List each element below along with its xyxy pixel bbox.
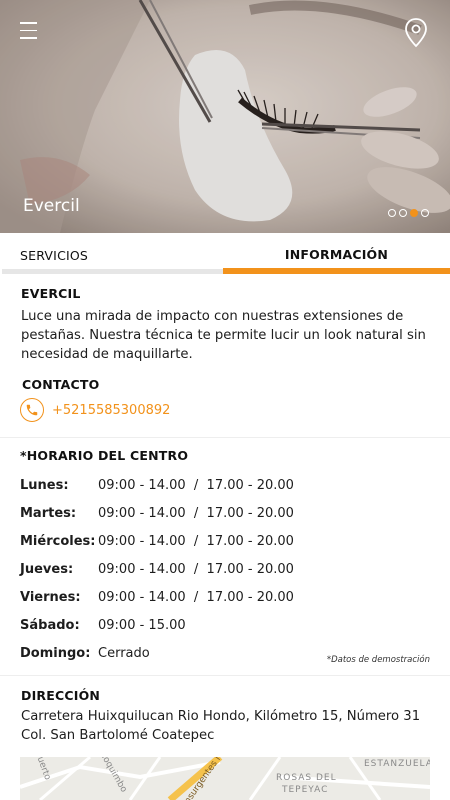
hours-section: *HORARIO DEL CENTRO Lunes: 09:00 - 14.00… — [20, 448, 435, 661]
hero-title: Evercil — [23, 196, 80, 216]
map-label: ROSAS DEL — [276, 773, 337, 783]
map-label: ESTANZUELA — [364, 759, 430, 769]
carousel-dot-active[interactable] — [410, 209, 418, 217]
hero-banner: Evercil — [0, 0, 450, 233]
carousel-dot[interactable] — [399, 209, 407, 217]
hours-time: 09:00 - 14.00 / 17.00 - 20.00 — [98, 506, 294, 521]
address-section: DIRECCIÓN Carretera Huixquilucan Rio Hon… — [21, 688, 436, 745]
divider — [0, 675, 450, 676]
carousel-dot[interactable] — [421, 209, 429, 217]
hours-time: 09:00 - 14.00 / 17.00 - 20.00 — [98, 590, 294, 605]
phone-row[interactable]: +5215585300892 — [20, 398, 432, 422]
divider — [0, 437, 450, 438]
tab-services-indicator — [2, 269, 223, 274]
contact-section: CONTACTO +5215585300892 — [20, 377, 432, 422]
hours-heading: *HORARIO DEL CENTRO — [20, 448, 189, 463]
about-heading: EVERCIL — [21, 286, 81, 301]
hours-day: Miércoles: — [20, 534, 96, 549]
tab-services-label: SERVICIOS — [20, 248, 89, 263]
carousel-dot[interactable] — [388, 209, 396, 217]
address-heading: DIRECCIÓN — [21, 688, 101, 703]
tab-bar: SERVICIOS INFORMACIÓN — [0, 233, 450, 275]
demo-data-note: *Datos de demostración — [326, 655, 430, 665]
hours-time: Cerrado — [98, 646, 150, 661]
about-section: EVERCIL Luce una mirada de impacto con n… — [21, 286, 436, 364]
about-text: Luce una mirada de impacto con nuestras … — [21, 309, 426, 362]
hours-day: Jueves: — [20, 562, 74, 577]
carousel-indicator[interactable] — [388, 209, 429, 217]
phone-icon[interactable] — [20, 398, 44, 422]
tab-information-indicator — [223, 268, 450, 274]
hours-day: Domingo: — [20, 646, 91, 661]
tab-services[interactable]: SERVICIOS — [0, 233, 223, 275]
hours-time: 09:00 - 14.00 / 17.00 - 20.00 — [98, 478, 294, 493]
hours-time: 09:00 - 14.00 / 17.00 - 20.00 — [98, 534, 294, 549]
location-map[interactable]: Coquimbo Insurgentes Nte ROSAS DEL TEPEY… — [20, 757, 430, 800]
hours-time: 09:00 - 14.00 / 17.00 - 20.00 — [98, 562, 294, 577]
address-line-2: Col. San Bartolomé Coatepec — [21, 728, 215, 743]
hours-day: Sábado: — [20, 618, 80, 633]
tab-information-label: INFORMACIÓN — [284, 247, 389, 262]
phone-number-link[interactable]: +5215585300892 — [52, 403, 170, 418]
contact-heading: CONTACTO — [22, 377, 100, 392]
hours-day: Martes: — [20, 506, 77, 521]
hours-day: Viernes: — [20, 590, 81, 605]
tab-information[interactable]: INFORMACIÓN — [223, 233, 450, 275]
menu-button[interactable] — [20, 22, 38, 42]
hours-time: 09:00 - 15.00 — [98, 618, 186, 633]
map-label: TEPEYAC — [282, 785, 329, 795]
address-line-1: Carretera Huixquilucan Rio Hondo, Kilóme… — [21, 709, 421, 724]
hours-day: Lunes: — [20, 478, 69, 493]
location-pin-icon[interactable] — [403, 17, 429, 49]
